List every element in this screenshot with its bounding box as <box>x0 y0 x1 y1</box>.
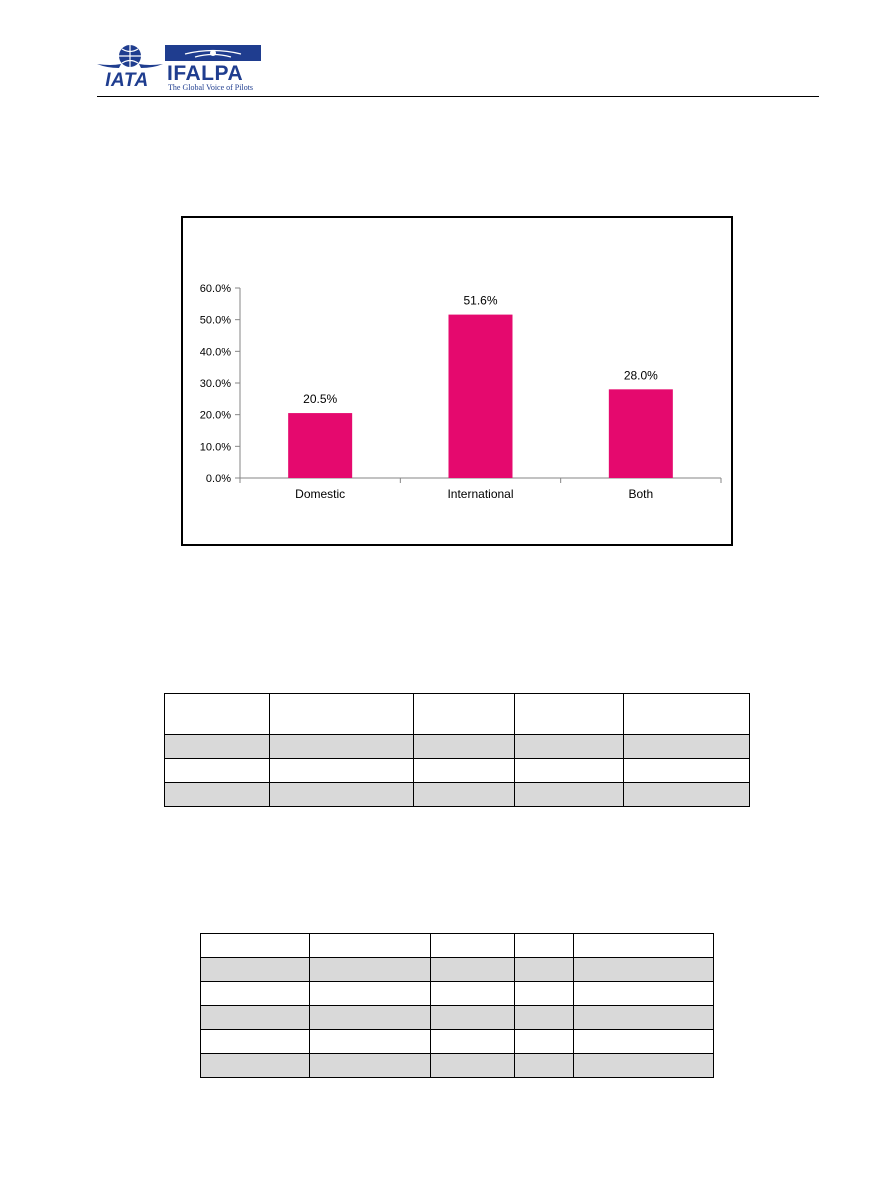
table-cell <box>572 981 715 1006</box>
table-row <box>200 981 715 1006</box>
table-row <box>200 933 715 958</box>
category-label: International <box>447 487 513 501</box>
table-cell <box>623 782 750 807</box>
table-row <box>200 1053 715 1078</box>
y-tick-label: 20.0% <box>200 410 231 422</box>
table-cell <box>308 1005 432 1030</box>
table-cell <box>430 933 516 958</box>
y-tick-label: 0.0% <box>206 473 231 485</box>
table-cell <box>430 981 516 1006</box>
table-cell <box>308 1029 432 1054</box>
data-label: 20.5% <box>303 392 337 406</box>
table-cell <box>200 1029 310 1054</box>
table-cell <box>268 782 415 807</box>
table-cell <box>514 957 574 982</box>
table-cell <box>413 758 516 783</box>
y-tick-label: 60.0% <box>200 283 231 295</box>
table-cell <box>164 758 270 783</box>
category-label: Domestic <box>295 487 345 501</box>
table-cell <box>308 981 432 1006</box>
table-cell <box>413 693 516 735</box>
table-2 <box>200 933 715 1078</box>
category-label: Both <box>628 487 653 501</box>
table-cell <box>514 782 625 807</box>
page-header: IATA IFALPA The Global Voice of Pilots <box>97 40 819 97</box>
table-cell <box>413 782 516 807</box>
bar-international <box>448 314 513 478</box>
y-tick-label: 10.0% <box>200 441 231 453</box>
table-row <box>164 758 750 783</box>
table-row <box>200 1005 715 1030</box>
table-cell <box>514 933 574 958</box>
table-cell <box>430 1053 516 1078</box>
table-cell <box>514 1053 574 1078</box>
table-cell <box>268 734 415 759</box>
table-cell <box>164 693 270 735</box>
bar-chart: 0.0% 10.0% 20.0% 30.0% 40.0% 50.0% 60.0% 20.5% D… <box>200 283 722 501</box>
table-cell <box>514 758 625 783</box>
table-cell <box>430 1029 516 1054</box>
bar-domestic <box>288 413 353 478</box>
y-tick-label: 40.0% <box>200 346 231 358</box>
table-cell <box>572 1053 715 1078</box>
table-cell <box>572 957 715 982</box>
table-cell <box>164 734 270 759</box>
data-label: 28.0% <box>624 368 658 382</box>
table-cell <box>200 1005 310 1030</box>
table-cell <box>514 1029 574 1054</box>
table-cell <box>572 1029 715 1054</box>
table-cell <box>268 758 415 783</box>
table-row <box>200 957 715 982</box>
table-cell <box>200 957 310 982</box>
y-tick-label: 30.0% <box>200 378 231 390</box>
table-row <box>164 734 750 759</box>
table-cell <box>268 693 415 735</box>
table-cell <box>514 734 625 759</box>
table-cell <box>164 782 270 807</box>
table-cell <box>308 933 432 958</box>
bar-both <box>608 389 673 478</box>
header-divider <box>97 96 819 97</box>
table-cell <box>200 1053 310 1078</box>
table-cell <box>623 734 750 759</box>
y-tick-label: 50.0% <box>200 315 231 327</box>
table-row <box>200 1029 715 1054</box>
table-cell <box>623 693 750 735</box>
table-header-row <box>164 693 750 735</box>
table-cell <box>514 693 625 735</box>
table-1 <box>164 693 750 807</box>
table-cell <box>623 758 750 783</box>
data-label: 51.6% <box>463 294 497 308</box>
table-cell <box>413 734 516 759</box>
table-cell <box>430 1005 516 1030</box>
ifalpa-tagline: The Global Voice of Pilots <box>168 83 254 92</box>
table-cell <box>572 1005 715 1030</box>
table-cell <box>200 933 310 958</box>
table-cell <box>514 981 574 1006</box>
table-cell <box>430 957 516 982</box>
table-cell <box>200 981 310 1006</box>
table-cell <box>308 957 432 982</box>
table-cell <box>514 1005 574 1030</box>
table-cell <box>572 933 715 958</box>
table-row <box>164 782 750 807</box>
table-cell <box>308 1053 432 1078</box>
iata-logo-text: IATA <box>105 70 149 91</box>
